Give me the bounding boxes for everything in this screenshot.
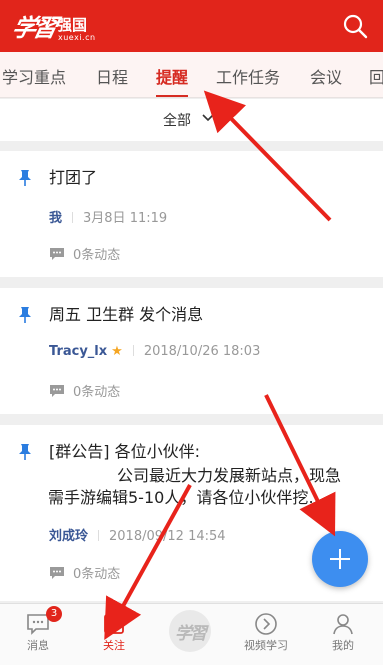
top-bar: 学習 强国 xuexi.cn [0,0,383,52]
user-icon [333,614,353,635]
reminder-date: 2018/10/26 18:03 [143,344,261,359]
reminder-meta: 我 3月8日 11:19 [49,207,167,226]
activity-label: 0条动态 [73,385,121,400]
app-screen: 学習 强国 xuexi.cn 学习重点 日程 提醒 工作任务 会议 回 全部 [0,0,383,665]
logo-name: 强国 [57,16,88,34]
divider [98,530,100,541]
reminder-card[interactable]: 打团了 我 3月8日 11:19 0条动态 [0,151,383,277]
tab-schedule[interactable]: 日程 [96,64,128,96]
bottom-navigation: 3 消息 关注 学習 视频学习 我的 [0,603,383,665]
app-logo: 学習 强国 xuexi.cn [9,8,103,46]
reminder-meta: Tracy_lx ★ 2018/10/26 18:03 [49,344,260,359]
pin-icon [19,444,31,460]
announcement-line-1: 公司最近大力发展新站点，现急 [117,466,342,485]
comment-icon [50,248,64,260]
search-icon[interactable] [341,12,369,40]
comment-icon [50,385,64,397]
author-name[interactable]: 刘成玲 [49,529,88,544]
xuexi-logo-icon[interactable]: 学習 [169,610,211,652]
tab-overflow[interactable]: 回 [369,64,383,96]
tab-study-focus[interactable]: 学习重点 [2,64,66,96]
nav-label: 我的 [332,639,354,652]
play-icon [255,613,277,635]
category-tabs: 学习重点 日程 提醒 工作任务 会议 回 [0,52,383,98]
reminder-meta: 刘成玲 2018/09/12 14:54 [49,525,226,544]
reminder-date: 3月8日 11:19 [83,211,168,226]
follow-icon [104,614,124,634]
tab-meetings[interactable]: 会议 [310,64,342,96]
nav-video-study[interactable]: 视频学习 [228,604,304,665]
reminder-card[interactable]: 周五 卫生群 发个消息 Tracy_lx ★ 2018/10/26 18:03 0条… [0,288,383,414]
nav-label: 关注 [103,639,125,652]
unread-badge: 3 [46,606,62,622]
author-name[interactable]: 我 [49,211,62,226]
tab-reminders[interactable]: 提醒 [156,64,188,96]
reminder-title: 周五 卫生群 发个消息 [49,305,204,324]
logo-script: 学習 [9,13,58,42]
divider [132,345,134,356]
activity-count[interactable]: 0条动态 [49,381,120,400]
comment-icon [50,567,64,579]
activity-count[interactable]: 0条动态 [49,563,120,582]
nav-profile[interactable]: 我的 [305,604,381,665]
activity-label: 0条动态 [73,248,121,263]
star-icon: ★ [111,344,123,359]
reminder-date: 2018/09/12 14:54 [109,529,226,544]
nav-label: 消息 [27,639,49,652]
filter-bar[interactable]: 全部 [0,99,383,141]
reminder-title: 打团了 [49,168,98,187]
tab-work-tasks[interactable]: 工作任务 [216,64,280,96]
divider [72,212,74,223]
logo-domain: xuexi.cn [58,33,96,42]
nav-follow[interactable]: 关注 [76,604,152,665]
author-name[interactable]: Tracy_lx [49,344,107,359]
active-tab-indicator [156,95,188,97]
nav-messages[interactable]: 3 消息 [0,604,76,665]
announcement-line-2: 需手游编辑5-10人，请各位小伙伴挖… [48,488,325,507]
reminder-title: [群公告] 各位小伙伴: [49,442,200,461]
chevron-down-icon[interactable] [202,114,214,122]
center-logo-text: 学習 [175,624,207,644]
nav-label: 视频学习 [244,639,288,652]
add-reminder-button[interactable] [312,531,368,587]
activity-label: 0条动态 [73,567,121,582]
pin-icon [19,170,31,186]
activity-count[interactable]: 0条动态 [49,244,120,263]
pin-icon [19,307,31,323]
filter-dropdown-label[interactable]: 全部 [163,110,191,130]
